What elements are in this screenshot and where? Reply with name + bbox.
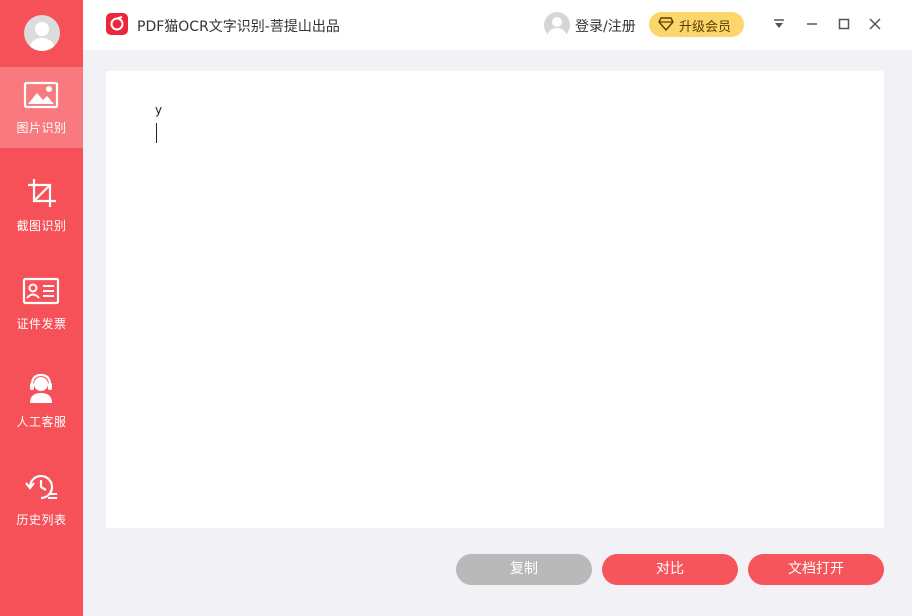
app-logo — [106, 13, 128, 35]
user-icon — [548, 17, 566, 38]
history-icon — [25, 474, 57, 500]
sidebar-item-screenshot-recognition[interactable]: 截图识别 — [0, 165, 83, 246]
sidebar-item-history[interactable]: 历史列表 — [0, 459, 83, 540]
sidebar-item-label: 历史列表 — [16, 513, 67, 527]
title-bar: PDF猫OCR文字识别-菩提山出品 登录/注册 升级会员 — [83, 0, 912, 50]
avatar[interactable] — [24, 15, 60, 51]
pdf-cat-logo-icon — [110, 16, 124, 31]
app-title: PDF猫OCR文字识别-菩提山出品 — [137, 19, 340, 35]
open-document-button[interactable]: 文档打开 — [748, 554, 884, 585]
minimize-icon[interactable] — [805, 17, 819, 31]
headset-icon — [30, 373, 52, 403]
sidebar-item-label: 图片识别 — [16, 121, 67, 135]
sidebar-item-label: 证件发票 — [16, 317, 67, 331]
maximize-icon[interactable] — [837, 17, 851, 31]
text-caret — [156, 123, 157, 143]
sidebar-item-label: 人工客服 — [16, 415, 67, 429]
upgrade-label: 升级会员 — [679, 20, 732, 35]
sidebar-item-customer-service[interactable]: 人工客服 — [0, 361, 83, 442]
ocr-result-text[interactable]: y — [155, 103, 162, 117]
crop-icon — [28, 179, 56, 207]
login-register-link[interactable]: 登录/注册 — [575, 16, 636, 36]
close-icon[interactable] — [868, 17, 882, 31]
image-icon — [23, 81, 59, 109]
id-card-icon — [22, 277, 60, 305]
user-avatar[interactable] — [544, 12, 570, 38]
user-silhouette-icon — [30, 22, 54, 51]
compare-button[interactable]: 对比 — [602, 554, 738, 585]
sidebar: 图片识别 截图识别 证件发票 人工客服 历史列表 — [0, 0, 83, 616]
ocr-result-editor[interactable]: y — [106, 71, 884, 528]
sidebar-item-label: 截图识别 — [16, 219, 67, 233]
copy-button[interactable]: 复制 — [456, 554, 592, 585]
dropdown-menu-icon[interactable] — [772, 17, 786, 31]
upgrade-membership-button[interactable]: 升级会员 — [649, 12, 744, 37]
sidebar-item-id-invoice[interactable]: 证件发票 — [0, 263, 83, 344]
diamond-icon — [658, 17, 674, 31]
sidebar-item-image-recognition[interactable]: 图片识别 — [0, 67, 83, 148]
